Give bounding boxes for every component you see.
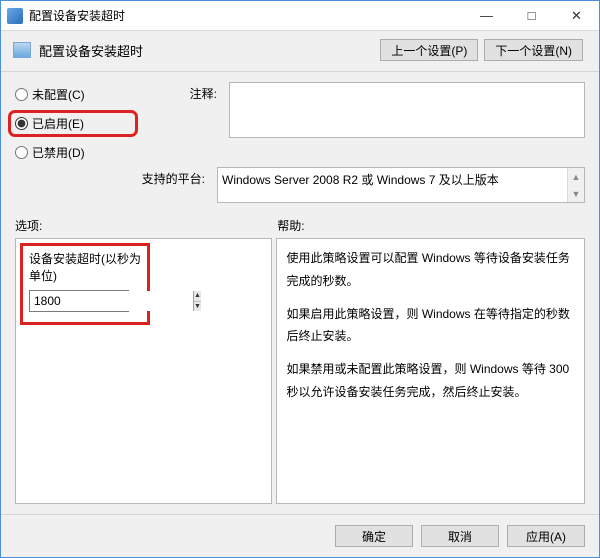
timeout-spinner[interactable]: ▲ ▼ [29,290,129,312]
help-text-2: 如果启用此策略设置，则 Windows 在等待指定的秒数后终止安装。 [287,303,575,349]
body: 未配置(C) 已启用(E) 已禁用(D) 注释: 支持的平台: Wi [1,72,599,514]
timeout-option-label: 设备安装超时(以秒为单位) [29,250,141,284]
app-icon [7,8,23,24]
next-setting-button[interactable]: 下一个设置(N) [484,39,583,61]
radio-not-configured-label: 未配置(C) [32,86,85,103]
policy-icon [13,42,31,58]
radio-enabled[interactable]: 已启用(E) [11,113,135,134]
cancel-button[interactable]: 取消 [421,525,499,547]
comment-label: 注释: [147,82,217,102]
radio-not-configured[interactable]: 未配置(C) [15,86,135,103]
state-radio-group: 未配置(C) 已启用(E) 已禁用(D) [15,82,135,161]
radio-enabled-input[interactable] [15,117,28,130]
spinner-up-icon[interactable]: ▲ [194,291,201,302]
ok-button[interactable]: 确定 [335,525,413,547]
help-text-3: 如果禁用或未配置此策略设置，则 Windows 等待 300 秒以允许设备安装任… [287,358,575,404]
supported-on-box: Windows Server 2008 R2 或 Windows 7 及以上版本… [217,167,585,203]
window-title: 配置设备安装超时 [29,7,464,24]
header: 配置设备安装超时 上一个设置(P) 下一个设置(N) [1,31,599,72]
radio-disabled-label: 已禁用(D) [32,144,85,161]
help-section-label: 帮助: [277,217,304,234]
radio-disabled-input[interactable] [15,146,28,159]
timeout-input[interactable] [30,291,193,311]
scroll-up-icon[interactable]: ▲ [568,168,584,185]
minimize-button[interactable]: — [464,1,509,30]
spinner-down-icon[interactable]: ▼ [194,302,201,312]
supported-label: 支持的平台: [15,167,205,187]
titlebar: 配置设备安装超时 — □ ✕ [1,1,599,31]
apply-button[interactable]: 应用(A) [507,525,585,547]
supported-scrollbar[interactable]: ▲ ▼ [567,168,584,202]
radio-not-configured-input[interactable] [15,88,28,101]
options-pane: 设备安装超时(以秒为单位) ▲ ▼ [15,238,272,504]
dialog-window: 配置设备安装超时 — □ ✕ 配置设备安装超时 上一个设置(P) 下一个设置(N… [0,0,600,558]
comment-textarea[interactable] [229,82,585,138]
scroll-down-icon[interactable]: ▼ [568,185,584,202]
previous-setting-button[interactable]: 上一个设置(P) [380,39,478,61]
option-highlight: 设备安装超时(以秒为单位) ▲ ▼ [20,243,150,325]
maximize-button[interactable]: □ [509,1,554,30]
supported-on-text: Windows Server 2008 R2 或 Windows 7 及以上版本 [222,171,499,199]
radio-disabled[interactable]: 已禁用(D) [15,144,135,161]
options-section-label: 选项: [15,217,277,234]
help-text-1: 使用此策略设置可以配置 Windows 等待设备安装任务完成的秒数。 [287,247,575,293]
policy-title: 配置设备安装超时 [39,41,372,60]
close-button[interactable]: ✕ [554,1,599,30]
footer: 确定 取消 应用(A) [1,514,599,557]
help-pane: 使用此策略设置可以配置 Windows 等待设备安装任务完成的秒数。 如果启用此… [276,238,586,504]
radio-enabled-label: 已启用(E) [32,115,84,132]
